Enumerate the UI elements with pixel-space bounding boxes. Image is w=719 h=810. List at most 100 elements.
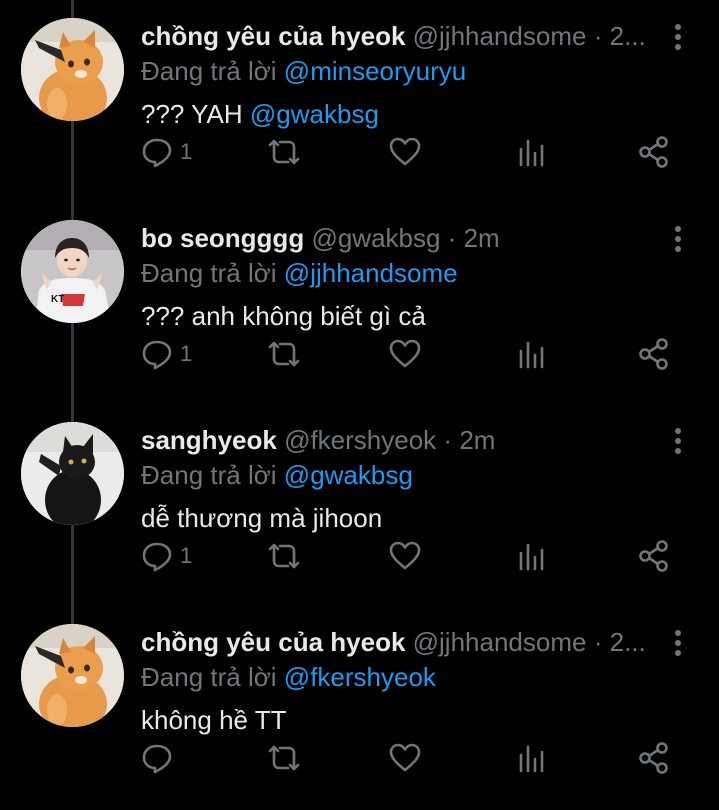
replying-to: Đang trả lời @gwakbsg [141, 458, 661, 492]
tweet-header: chồng yêu của hyeok @jjhhandsome · 2... [141, 18, 657, 54]
retweet-icon [268, 139, 300, 165]
views-button[interactable] [516, 740, 546, 776]
analytics-icon [519, 139, 544, 167]
more-options-button[interactable] [668, 22, 688, 52]
views-button[interactable] [516, 134, 546, 170]
views-button[interactable] [516, 336, 546, 372]
avatar[interactable] [21, 422, 124, 525]
reply-button[interactable]: 1 [140, 538, 192, 574]
tweet-header: sanghyeok @fkershyeok · 2m [141, 422, 657, 458]
replying-to-mention[interactable]: @jjhhandsome [284, 258, 458, 288]
separator-dot: · [447, 223, 457, 253]
timestamp[interactable]: 2m [464, 223, 500, 253]
share-button[interactable] [638, 134, 670, 170]
tweet[interactable]: chồng yêu của hyeok @jjhhandsome · 2... … [0, 0, 719, 202]
tweet-text: ??? YAH @gwakbsg [141, 96, 661, 132]
tweet-header: chồng yêu của hyeok @jjhhandsome · 2... [141, 624, 657, 660]
share-icon [639, 742, 668, 774]
orange-cat-avatar-icon [21, 624, 124, 727]
tweet-actions: 1 [140, 538, 680, 574]
reply-count: 1 [180, 543, 193, 568]
svg-text:KT: KT [51, 294, 64, 305]
share-icon [639, 540, 668, 572]
tweet-content: sanghyeok @fkershyeok · 2m Đang trả lời … [141, 422, 661, 536]
tweet-text: ??? anh không biết gì cả [141, 298, 661, 334]
retweet-button[interactable] [264, 740, 304, 776]
share-icon [639, 338, 668, 370]
reply-icon [142, 138, 172, 168]
replying-to-label: Đang trả lời [141, 56, 277, 86]
retweet-icon [268, 341, 300, 367]
tweet-actions: 1 [140, 336, 680, 372]
retweet-button[interactable] [264, 134, 304, 170]
more-vertical-icon [675, 428, 681, 454]
tweet-text-plain: ??? anh không biết gì cả [141, 301, 426, 331]
tweet-text-plain: ??? YAH [141, 99, 250, 129]
reply-icon [142, 542, 172, 572]
like-button[interactable] [388, 740, 422, 776]
avatar[interactable]: KT [21, 220, 124, 323]
reply-count: 1 [180, 341, 193, 366]
share-button[interactable] [638, 538, 670, 574]
user-handle[interactable]: @fkershyeok [284, 425, 436, 455]
person-avatar-icon: KT [21, 220, 124, 323]
retweet-icon [268, 543, 300, 569]
replying-to-label: Đang trả lời [141, 258, 277, 288]
tweet-text: không hề TT [141, 702, 661, 738]
more-options-button[interactable] [668, 628, 688, 658]
display-name[interactable]: chồng yêu của hyeok [141, 627, 405, 657]
analytics-icon [519, 341, 544, 369]
share-button[interactable] [638, 740, 670, 776]
timestamp[interactable]: 2... [610, 627, 646, 657]
display-name[interactable]: chồng yêu của hyeok [141, 21, 405, 51]
heart-icon [389, 541, 421, 570]
tweet[interactable]: KT bo seongggg @gwakbsg · 2m Đang trả lờ… [0, 202, 719, 404]
replying-to-mention[interactable]: @fkershyeok [284, 662, 436, 692]
analytics-icon [519, 543, 544, 571]
retweet-button[interactable] [264, 538, 304, 574]
tweet[interactable]: chồng yêu của hyeok @jjhhandsome · 2... … [0, 606, 719, 808]
more-options-button[interactable] [668, 426, 688, 456]
tweet-actions [140, 740, 680, 776]
retweet-button[interactable] [264, 336, 304, 372]
reply-count: 1 [180, 139, 193, 164]
avatar[interactable] [21, 624, 124, 727]
reply-icon [142, 340, 172, 370]
reply-button[interactable]: 1 [140, 134, 192, 170]
timestamp[interactable]: 2m [459, 425, 495, 455]
tweet-text: dễ thương mà jihoon [141, 500, 661, 536]
separator-dot: · [443, 425, 453, 455]
like-button[interactable] [388, 134, 422, 170]
display-name[interactable]: sanghyeok [141, 425, 277, 455]
user-handle[interactable]: @jjhhandsome [413, 627, 587, 657]
like-button[interactable] [388, 538, 422, 574]
replying-to-label: Đang trả lời [141, 460, 277, 490]
user-handle[interactable]: @jjhhandsome [413, 21, 587, 51]
more-vertical-icon [675, 24, 681, 50]
more-options-button[interactable] [668, 224, 688, 254]
replying-to-mention[interactable]: @minseoryuryu [284, 56, 466, 86]
reply-button[interactable]: 1 [140, 336, 192, 372]
tweet-content: bo seongggg @gwakbsg · 2m Đang trả lời @… [141, 220, 661, 334]
display-name[interactable]: bo seongggg [141, 223, 304, 253]
avatar[interactable] [21, 18, 124, 121]
tweet-actions: 1 [140, 134, 680, 170]
timestamp[interactable]: 2... [610, 21, 646, 51]
share-icon [639, 136, 668, 168]
tweet[interactable]: sanghyeok @fkershyeok · 2m Đang trả lời … [0, 404, 719, 606]
replying-to-mention[interactable]: @gwakbsg [284, 460, 413, 490]
views-button[interactable] [516, 538, 546, 574]
heart-icon [389, 137, 421, 166]
user-handle[interactable]: @gwakbsg [311, 223, 440, 253]
tweet-text-mention[interactable]: @gwakbsg [250, 99, 379, 129]
share-button[interactable] [638, 336, 670, 372]
replying-to: Đang trả lời @jjhhandsome [141, 256, 661, 290]
like-button[interactable] [388, 336, 422, 372]
replying-to: Đang trả lời @fkershyeok [141, 660, 661, 694]
black-cat-avatar-icon [21, 422, 124, 525]
separator-dot: · [593, 627, 603, 657]
replying-to-label: Đang trả lời [141, 662, 277, 692]
heart-icon [389, 339, 421, 368]
replying-to: Đang trả lời @minseoryuryu [141, 54, 661, 88]
reply-button[interactable] [140, 740, 180, 776]
